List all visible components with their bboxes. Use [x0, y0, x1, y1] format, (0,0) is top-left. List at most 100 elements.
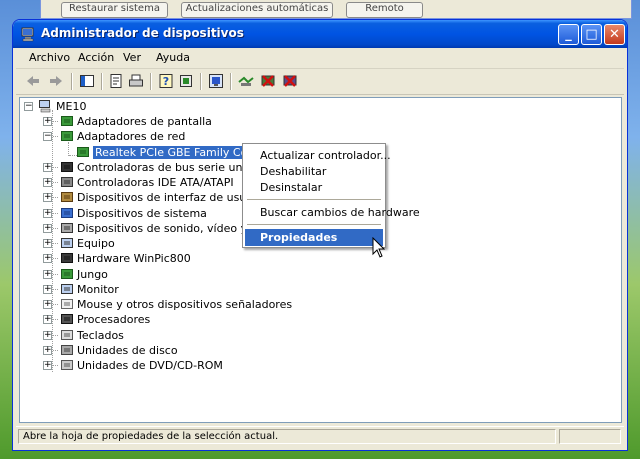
- tree-connector: [53, 258, 58, 260]
- network-card-icon: [77, 146, 89, 157]
- expand-toggle[interactable]: +: [43, 300, 52, 309]
- tree-category-label: Hardware WinPic800: [77, 252, 191, 266]
- tree-root-row[interactable]: − ME10: [20, 99, 620, 114]
- toolbar: ?: [16, 69, 624, 95]
- tree-category-row[interactable]: + Unidades de disco: [20, 343, 620, 358]
- menu-ayuda[interactable]: Ayuda: [156, 51, 190, 64]
- tree-category-row[interactable]: + Unidades de DVD/CD-ROM: [20, 358, 620, 373]
- scan-hardware-icon[interactable]: [178, 73, 194, 89]
- help-icon[interactable]: ?: [158, 73, 174, 89]
- status-panel: Abre la hoja de propiedades de la selecc…: [18, 429, 556, 444]
- menu-bar: Archivo Acción Ver Ayuda: [16, 48, 624, 69]
- mouse-icon: [61, 299, 73, 309]
- tree-category-row[interactable]: + Mouse y otros dispositivos señaladores: [20, 297, 620, 312]
- remote-tab[interactable]: Remoto: [346, 2, 423, 18]
- expand-toggle[interactable]: +: [43, 330, 52, 340]
- context-menu-item-label: Propiedades: [260, 231, 338, 244]
- tree-category-label: Adaptadores de pantalla: [77, 115, 212, 128]
- context-menu-item-label: Desinstalar: [260, 181, 323, 194]
- context-menu-item-label: Deshabilitar: [260, 165, 327, 178]
- automatic-updates-tab[interactable]: Actualizaciones automáticas: [181, 2, 333, 18]
- context-menu-separator: [247, 224, 381, 225]
- expand-toggle[interactable]: +: [43, 239, 52, 248]
- processor-icon: [61, 314, 73, 325]
- tree-connector: [53, 349, 58, 351]
- tree-connector: [53, 121, 58, 122]
- disable-icon[interactable]: [282, 73, 298, 89]
- keyboard-icon: [61, 329, 73, 340]
- tree-connector: [53, 166, 58, 168]
- tree-connector: [53, 182, 58, 183]
- context-menu-item-buscar-cambios-de-hardware[interactable]: Buscar cambios de hardware: [245, 204, 420, 221]
- display-adapter-icon: [61, 116, 73, 126]
- tree-category-row[interactable]: + Monitor: [20, 282, 620, 297]
- scan-network-icon[interactable]: [238, 73, 254, 89]
- expand-toggle[interactable]: +: [43, 193, 52, 203]
- tree-category-row[interactable]: − Adaptadores de red: [20, 129, 620, 144]
- context-menu-item-label: Actualizar controlador...: [260, 149, 391, 162]
- tree-category-row[interactable]: + Adaptadores de pantalla: [20, 114, 620, 129]
- show-hide-console-tree-icon[interactable]: [79, 73, 95, 89]
- tree-connector: [53, 334, 58, 336]
- tree-connector: [53, 365, 58, 366]
- system-device-icon: [61, 207, 73, 218]
- properties-icon[interactable]: [108, 73, 124, 89]
- collapse-toggle[interactable]: −: [43, 132, 52, 142]
- menu-ver[interactable]: Ver: [123, 51, 141, 64]
- menu-archivo[interactable]: Archivo: [29, 51, 70, 64]
- expand-toggle[interactable]: +: [43, 269, 52, 279]
- update-driver-icon[interactable]: [208, 73, 224, 89]
- tree-category-row[interactable]: + Jungo: [20, 267, 620, 282]
- expand-toggle[interactable]: +: [43, 361, 52, 370]
- expand-toggle[interactable]: +: [43, 223, 52, 233]
- minimize-icon: _: [565, 27, 572, 42]
- toolbar-separator: [101, 73, 103, 90]
- restore-system-tab[interactable]: Restaurar sistema: [61, 2, 168, 18]
- tree-category-label: Monitor: [77, 282, 119, 296]
- usb-icon: [61, 161, 73, 172]
- tree-connector: [53, 227, 58, 229]
- expand-toggle[interactable]: +: [43, 162, 52, 172]
- toolbar-separator: [150, 73, 152, 90]
- tree-category-row[interactable]: + Hardware WinPic800: [20, 251, 620, 266]
- uninstall-icon[interactable]: [260, 73, 276, 89]
- context-menu-item-deshabilitar[interactable]: Deshabilitar: [245, 163, 383, 180]
- tree-category-row[interactable]: + Procesadores: [20, 312, 620, 327]
- monitor-icon: [61, 283, 73, 294]
- minimize-button[interactable]: _: [558, 24, 579, 45]
- status-panel-secondary: [559, 429, 621, 444]
- toolbar-separator: [230, 73, 232, 90]
- expand-toggle[interactable]: +: [43, 254, 52, 264]
- tree-category-label: Adaptadores de red: [77, 130, 186, 144]
- print-icon[interactable]: [128, 73, 144, 89]
- device-manager-icon: [21, 27, 34, 42]
- close-button[interactable]: ✕: [604, 24, 625, 45]
- collapse-root-toggle[interactable]: −: [24, 102, 33, 111]
- tree-connector: [53, 212, 58, 214]
- menu-accion[interactable]: Acción: [78, 51, 114, 64]
- status-bar: Abre la hoja de propiedades de la selecc…: [16, 426, 624, 447]
- context-menu-item-desinstalar[interactable]: Desinstalar: [245, 179, 383, 196]
- computer-icon: [39, 100, 51, 113]
- title-bar[interactable]: Administrador de dispositivos _ □ ✕: [13, 20, 627, 48]
- toolbar-separator: [200, 73, 202, 90]
- expand-toggle[interactable]: +: [43, 315, 52, 325]
- expand-toggle[interactable]: +: [43, 345, 52, 355]
- expand-toggle[interactable]: +: [43, 284, 52, 294]
- forward-arrow-icon[interactable]: [48, 73, 64, 89]
- network-adapter-icon: [61, 131, 73, 142]
- maximize-button[interactable]: □: [581, 24, 602, 45]
- back-arrow-icon[interactable]: [25, 73, 41, 89]
- tree-connector: [53, 197, 58, 199]
- expand-toggle[interactable]: +: [43, 208, 52, 218]
- tree-connector: [53, 136, 58, 138]
- expand-toggle[interactable]: +: [43, 117, 52, 126]
- tree-connector: [53, 288, 58, 290]
- computer-icon: [61, 238, 73, 248]
- context-menu-item-actualizar-controlador[interactable]: Actualizar controlador...: [245, 147, 391, 164]
- tree-category-row[interactable]: + Teclados: [20, 328, 620, 343]
- context-menu-item-propiedades[interactable]: Propiedades: [245, 229, 383, 246]
- tree-category-label: Controladoras IDE ATA/ATAPI: [77, 176, 234, 189]
- expand-toggle[interactable]: +: [43, 178, 52, 187]
- tree-connector: [53, 243, 58, 244]
